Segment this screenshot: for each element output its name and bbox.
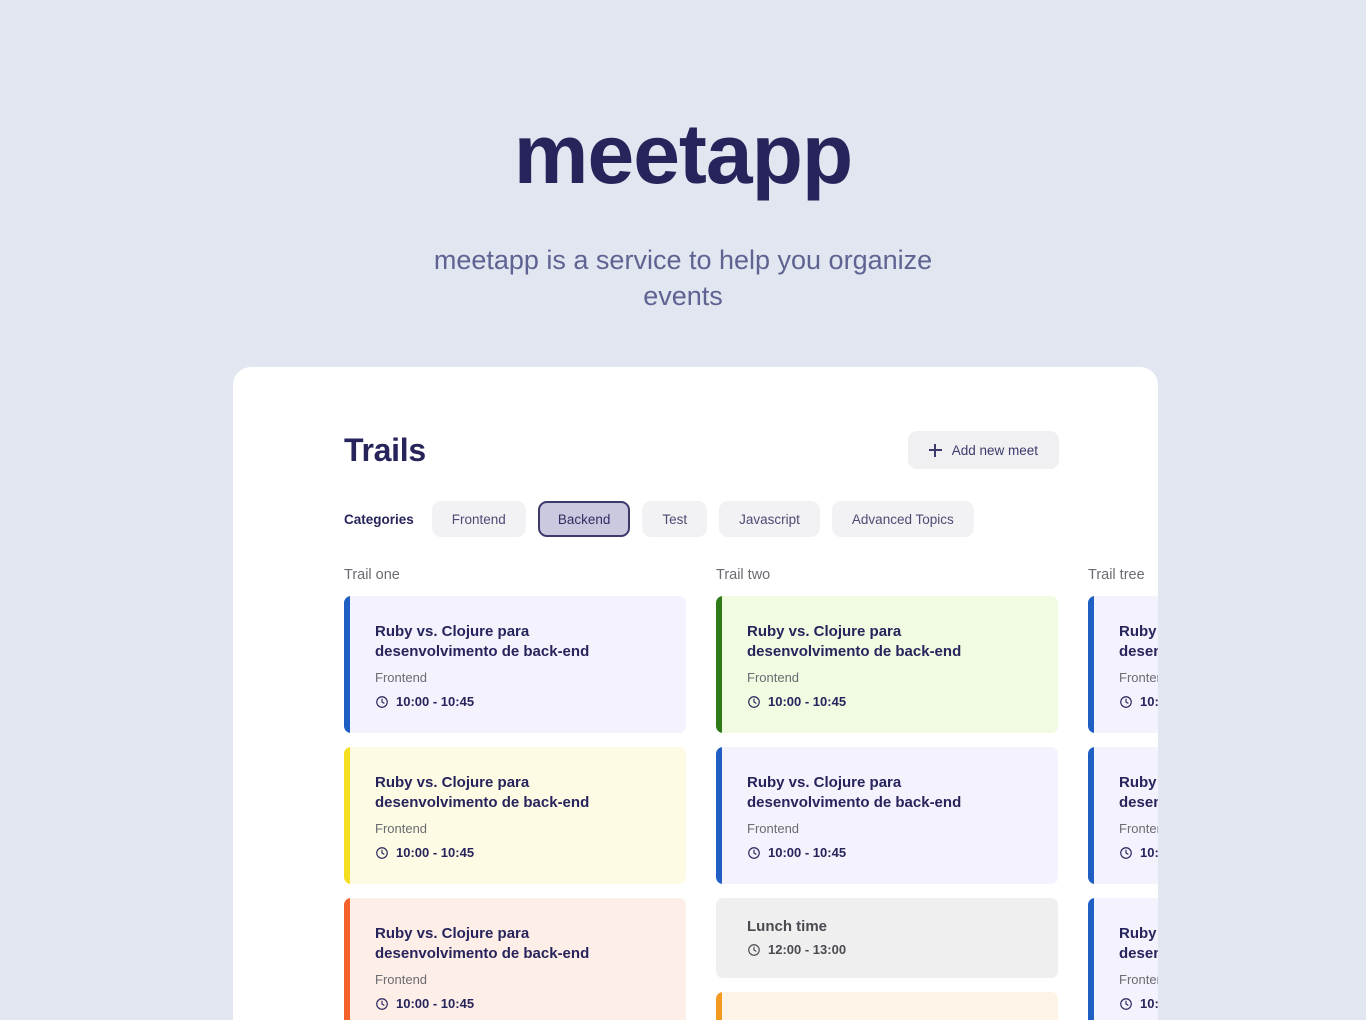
meet-card[interactable]: Ruby vs. Clojure para desenvolvimento de… [1088,747,1158,884]
page-title: Trails [344,431,426,468]
break-card-time-text: 12:00 - 13:00 [768,942,847,957]
meet-card-title: Ruby vs. Clojure para desenvolvimento de… [1119,925,1158,962]
meet-card-time-text: 10:00 - 10:45 [1140,694,1158,709]
meet-card-time-text: 10:00 - 10:45 [396,694,475,709]
meet-card-time: 10:00 - 10:45 [1119,845,1158,860]
meet-card[interactable]: Ruby vs. Clojure para desenvolvimento de… [344,898,686,1020]
meet-card-accent-bar [344,596,350,733]
trail-column: Trail two Ruby vs. Clojure para desenvolv… [716,567,1058,1020]
meet-card-title: Ruby vs. Clojure para desenvolvimento de… [375,774,590,811]
meet-card-time: 10:00 - 10:45 [747,694,1034,709]
break-card-time: 12:00 - 13:00 [747,942,1034,957]
meet-card-accent-bar [716,992,722,1020]
category-chip-list: Frontend Backend Test Javascript Advanced To… [431,501,974,537]
meet-card[interactable]: Ruby vs. Clojure para desenvolvimento de… [1088,596,1158,733]
meet-card-time: 10:00 - 10:45 [375,694,662,709]
clock-icon [376,695,388,708]
category-chip-advanced-topics[interactable]: Advanced Topics [831,501,974,537]
meet-card-category: Frontend [1119,821,1158,836]
clock-icon [376,846,388,859]
meet-card[interactable]: Ruby vs. Clojure para desenvolvimento de… [344,596,686,733]
meet-card[interactable]: Ruby vs. Clojure para desenvolvimento de… [716,596,1058,733]
meet-card-category: Frontend [1119,972,1158,987]
meet-card-title: Ruby vs. Clojure para desenvolvimento de… [747,774,962,811]
trail-column: Trail tree Ruby vs. Clojure para desenvol… [1088,567,1158,1020]
meet-card-time-text: 10:00 - 10:45 [768,694,847,709]
break-card-title: Lunch time [747,918,828,935]
meet-card[interactable]: Ruby vs. Clojure para desenvolvimento de… [716,747,1058,884]
meet-card-accent-bar [716,747,722,884]
meet-card-accent-bar [716,596,722,733]
meet-card-accent-bar [1088,747,1094,884]
meet-card-accent-bar [344,898,350,1020]
clock-icon [1120,846,1132,859]
meet-card[interactable]: Ruby vs. Clojure para desenvolvimento de… [716,992,1058,1020]
meet-card-time: 10:00 - 10:45 [375,996,662,1011]
meet-card-category: Frontend [747,670,800,685]
meet-card-time-text: 10:00 - 10:45 [1140,996,1158,1011]
trail-card-list: Ruby vs. Clojure para desenvolvimento de… [1088,596,1158,1020]
break-card[interactable]: Lunch time 12:00 - 13:00 [716,898,1058,978]
meet-card-time-text: 10:00 - 10:45 [1140,845,1158,860]
meet-card-accent-bar [1088,596,1094,733]
categories-filter-row: Categories Frontend Backend Test Javascript… [344,501,1158,537]
meet-card-title: Ruby vs. Clojure para desenvolvimento de… [375,925,590,962]
clock-icon [376,997,388,1010]
category-chip-javascript[interactable]: Javascript [719,501,820,537]
trail-column: Trail one Ruby vs. Clojure para desenvolv… [344,567,686,1020]
category-chip-backend[interactable]: Backend [537,501,631,537]
meet-card-title: Ruby vs. Clojure para desenvolvimento de… [1119,774,1158,811]
clock-icon [748,943,760,956]
clock-icon [1120,997,1132,1010]
meet-card-accent-bar [344,747,350,884]
hero-section: meetapp meetapp is a service to help you… [0,0,1366,314]
meet-card-time-text: 10:00 - 10:45 [396,996,475,1011]
clock-icon [748,846,760,859]
add-new-meet-label: Add new meet [951,442,1038,458]
plus-icon [928,443,942,457]
trail-heading: Trail two [716,567,771,583]
clock-icon [748,695,760,708]
trails-board: Trail one Ruby vs. Clojure para desenvolv… [344,567,1158,1020]
add-new-meet-button[interactable]: Add new meet [907,431,1059,469]
meet-card-time: 10:00 - 10:45 [747,845,1034,860]
meet-card-title: Ruby vs. Clojure para desenvolvimento de… [747,623,962,660]
meet-card-category: Frontend [375,670,428,685]
meet-card-category: Frontend [747,821,800,836]
trail-card-list: Ruby vs. Clojure para desenvolvimento de… [716,596,1058,1020]
meet-card[interactable]: Ruby vs. Clojure para desenvolvimento de… [344,747,686,884]
meet-card-time: 10:00 - 10:45 [1119,996,1158,1011]
trail-heading: Trail one [344,567,400,583]
meet-card-category: Frontend [375,972,428,987]
meet-card-time-text: 10:00 - 10:45 [396,845,475,860]
meet-card-title: Ruby vs. Clojure para desenvolvimento de… [375,623,590,660]
categories-label: Categories [344,511,414,527]
meet-card-time: 10:00 - 10:45 [375,845,662,860]
brand-title: meetapp [513,107,853,201]
trails-panel: Trails Add new meet Categories Frontend B… [233,367,1158,1020]
trail-card-list: Ruby vs. Clojure para desenvolvimento de… [344,596,686,1020]
clock-icon [1120,695,1132,708]
brand-tagline: meetapp is a service to help you organiz… [433,245,933,311]
trail-heading: Trail tree [1088,567,1145,583]
meet-card-time: 10:00 - 10:45 [1119,694,1158,709]
meet-card[interactable]: Ruby vs. Clojure para desenvolvimento de… [1088,898,1158,1020]
meet-card-title: Ruby vs. Clojure para desenvolvimento de… [1119,623,1158,660]
meet-card-category: Frontend [1119,670,1158,685]
meet-card-accent-bar [1088,898,1094,1020]
category-chip-test[interactable]: Test [642,501,708,537]
panel-content: Trails Add new meet Categories Frontend B… [344,430,1158,1020]
category-chip-frontend[interactable]: Frontend [431,501,526,537]
meet-card-time-text: 10:00 - 10:45 [768,845,847,860]
meet-card-category: Frontend [375,821,428,836]
panel-header: Trails Add new meet [344,430,1059,470]
